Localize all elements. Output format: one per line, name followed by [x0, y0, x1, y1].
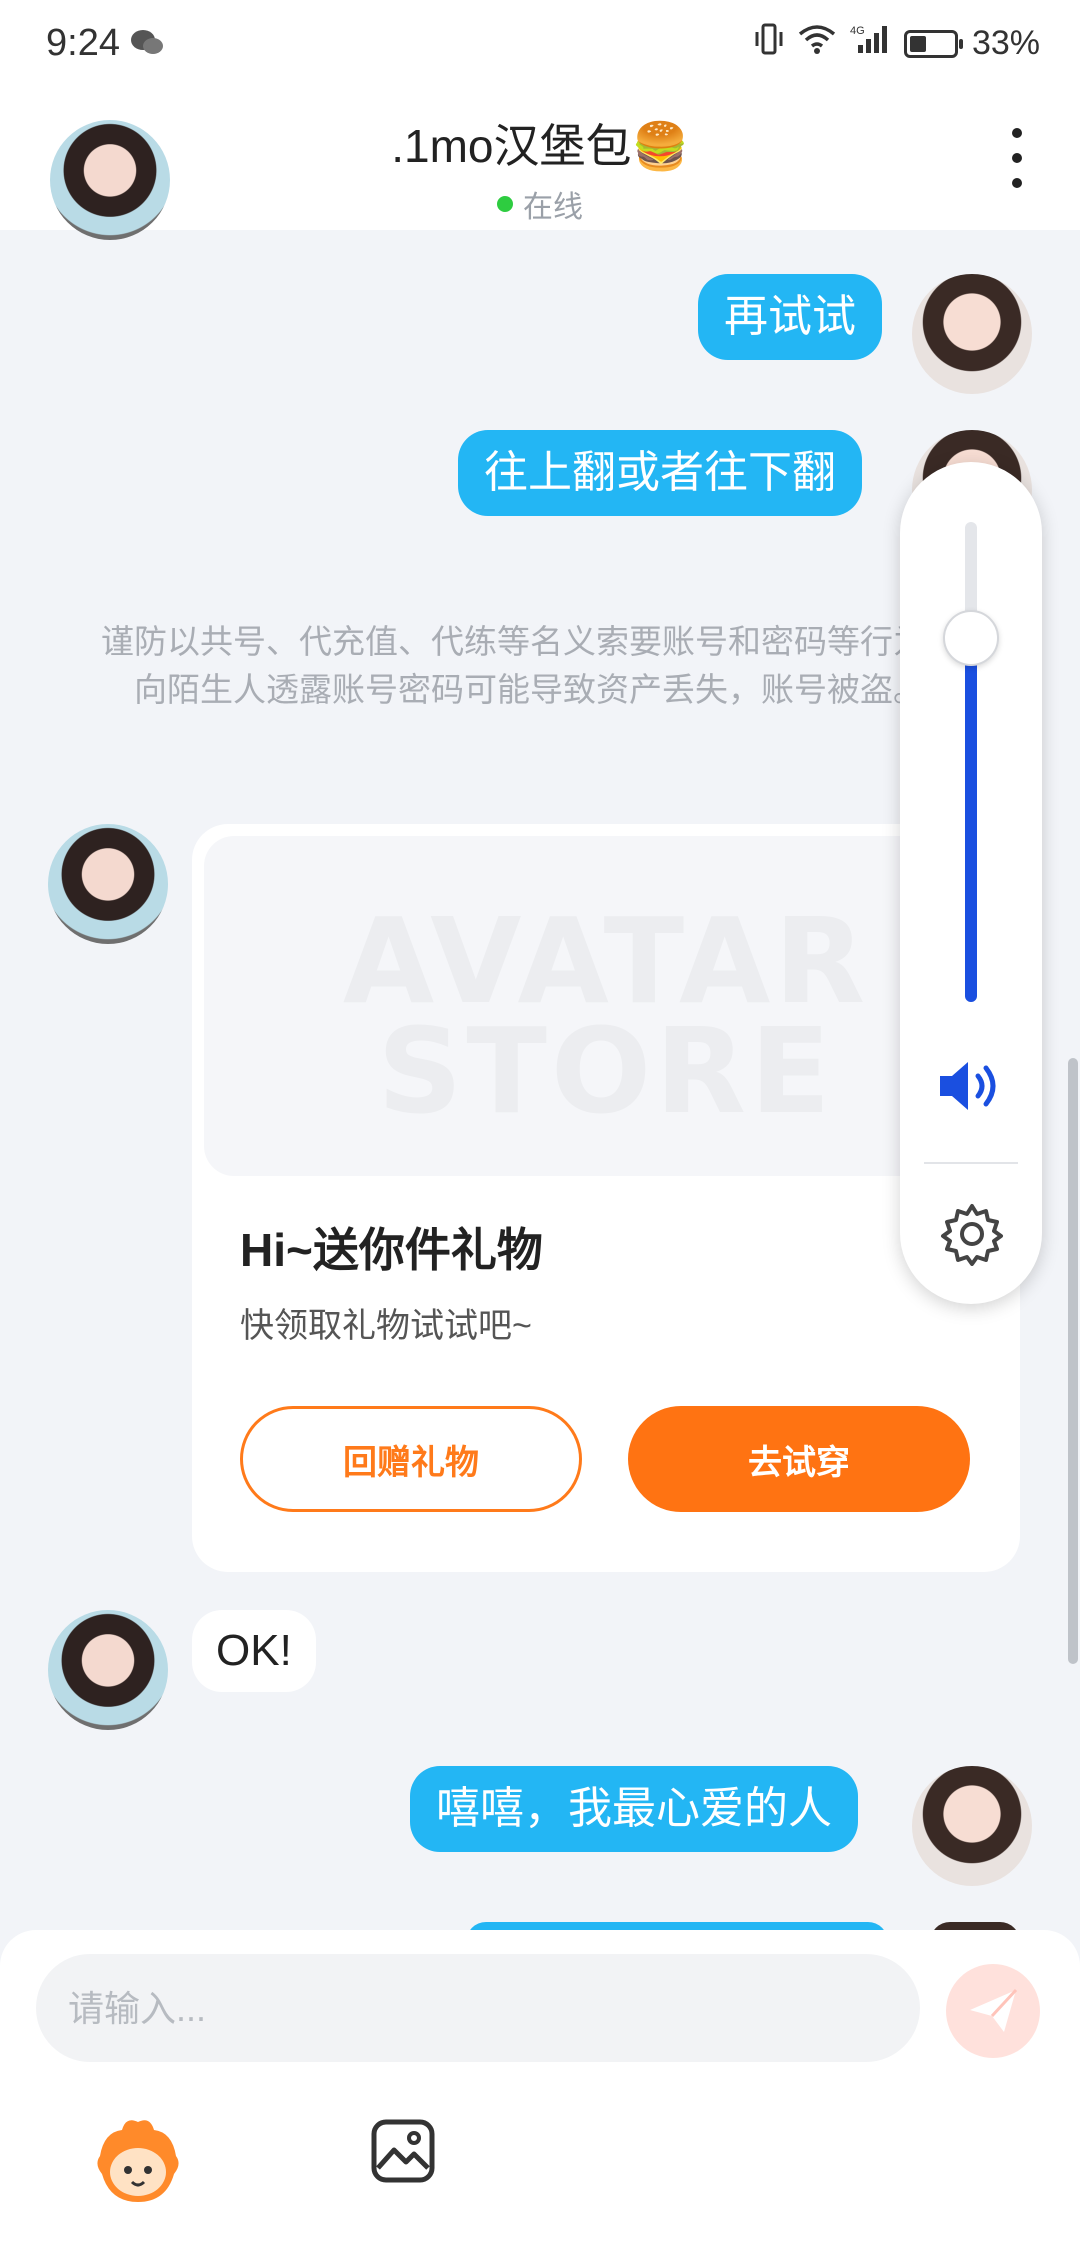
watermark-line2: STORE	[377, 1002, 835, 1140]
more-dot-icon	[1012, 178, 1022, 188]
volume-panel[interactable]	[900, 462, 1042, 1304]
volume-divider	[924, 1162, 1018, 1164]
gift-subtitle: 快领取礼物试试吧~	[240, 1307, 532, 1345]
send-button[interactable]	[946, 1964, 1040, 2058]
send-icon	[970, 1988, 1018, 2032]
avatar-sticker-icon[interactable]	[92, 2116, 184, 2208]
message-bubble-received[interactable]: OK!	[192, 1610, 316, 1692]
my-avatar[interactable]	[912, 274, 1032, 394]
status-indicators: 4G 33%	[754, 22, 1040, 65]
gift-watermark: AVATAR STORE	[204, 892, 1008, 1140]
wechat-icon	[130, 28, 164, 66]
gift-banner-image: AVATAR STORE	[204, 836, 1008, 1176]
contact-avatar[interactable]	[50, 120, 170, 240]
signal-icon: 4G	[850, 23, 890, 64]
battery-percent: 33%	[971, 24, 1040, 62]
volume-slider-handle[interactable]	[943, 610, 999, 666]
contact-avatar[interactable]	[48, 824, 168, 944]
scrollbar[interactable]	[1068, 1058, 1078, 1664]
composer-bar	[0, 1930, 1080, 2244]
status-time: 9:24	[46, 22, 120, 64]
message-bubble-sent[interactable]: 往上翻或者往下翻	[458, 430, 862, 516]
try-on-button[interactable]: 去试穿	[628, 1406, 970, 1512]
more-dot-icon	[1012, 153, 1022, 163]
more-options-button[interactable]	[1002, 128, 1032, 188]
message-input-box[interactable]	[36, 1954, 920, 2064]
security-notice: 谨防以共号、代充值、代练等名义索要账号和密码等行为，向陌生人透露账号密码可能导致…	[101, 623, 959, 708]
vibrate-icon	[754, 22, 784, 65]
my-avatar[interactable]	[912, 1766, 1032, 1886]
image-icon[interactable]	[370, 2118, 436, 2184]
message-input[interactable]	[66, 1954, 890, 2064]
gift-title: Hi~送你件礼物	[240, 1224, 543, 1276]
message-bubble-sent[interactable]: 再试试	[698, 274, 882, 360]
message-bubble-sent[interactable]: 嘻嘻，我最心爱的人	[410, 1766, 858, 1852]
network-type-label: 4G	[850, 25, 865, 37]
contact-avatar[interactable]	[48, 1610, 168, 1730]
online-status-label: 在线	[523, 191, 583, 224]
online-status: 在线	[497, 182, 583, 226]
more-dot-icon	[1012, 128, 1022, 138]
speaker-icon[interactable]	[936, 1056, 1008, 1116]
wifi-icon	[798, 24, 836, 63]
battery-icon	[903, 29, 963, 58]
status-bar: 9:24 4G 33%	[0, 0, 1080, 90]
volume-slider-fill	[965, 638, 977, 1002]
online-dot-icon	[497, 196, 513, 212]
return-gift-button[interactable]: 回赠礼物	[240, 1406, 582, 1512]
settings-gear-icon[interactable]	[940, 1202, 1004, 1266]
watermark-line1: AVATAR	[342, 892, 870, 1030]
gift-card[interactable]: AVATAR STORE Hi~送你件礼物 快领取礼物试试吧~ 回赠礼物 去试穿	[192, 824, 1020, 1572]
